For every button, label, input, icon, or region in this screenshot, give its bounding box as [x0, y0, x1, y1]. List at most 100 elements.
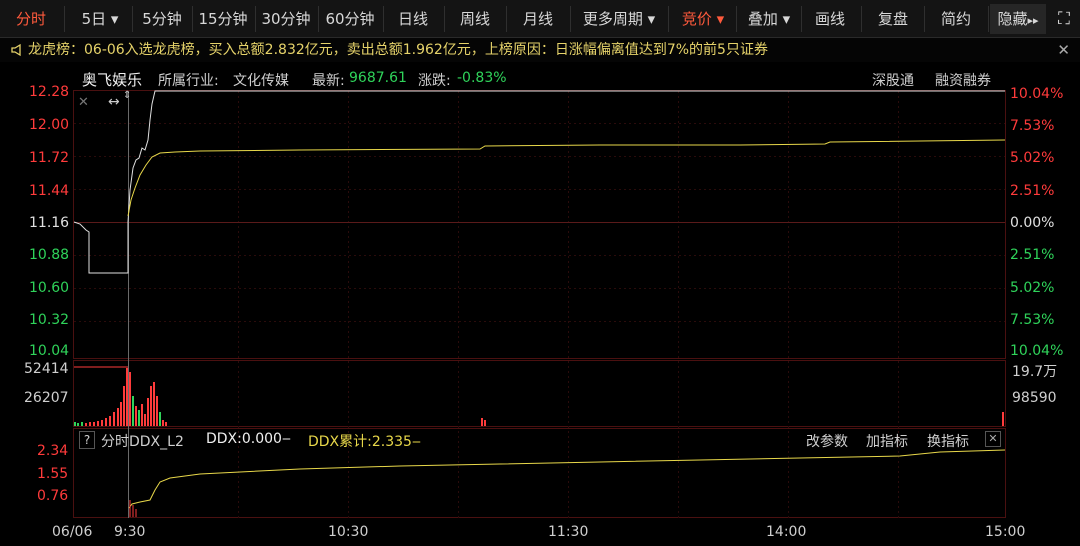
volume-tick: 26207: [24, 390, 69, 406]
toolbar-divider: [861, 6, 862, 32]
switch-indicator-button[interactable]: 换指标: [927, 431, 969, 451]
tab-daily[interactable]: 日线: [386, 4, 440, 34]
tab-hide-label: 隐藏: [997, 10, 1028, 28]
dragon-tiger-notice: 龙虎榜：06-06入选龙虎榜，买入总额2.832亿元，卖出总额1.962亿元，上…: [0, 38, 1080, 62]
ddx-bars: [129, 500, 137, 517]
pct-tick: 7.53%: [1010, 118, 1055, 134]
price-tick: 11.16: [29, 215, 70, 231]
time-tick: 06/06: [52, 524, 93, 540]
tab-weekly[interactable]: 周线: [448, 4, 502, 34]
ddx-tick: 0.76: [37, 488, 69, 504]
pct-tick: 5.02%: [1010, 150, 1055, 166]
chevron-down-icon: ▾: [782, 10, 791, 28]
ddx-sum-text: DDX累计:2.335: [308, 434, 412, 450]
volume-tick: 98590: [1012, 390, 1057, 406]
pin-icon: ⇕: [123, 90, 131, 101]
pct-tick: 7.53%: [1010, 312, 1055, 328]
pct-tick: 2.51%: [1010, 247, 1055, 263]
tab-more-periods[interactable]: 更多周期 ▾: [574, 4, 664, 34]
toolbar-divider: [570, 6, 571, 32]
tab-replay[interactable]: 复盘: [866, 4, 920, 34]
change-label: 涨跌:: [418, 73, 451, 89]
link-northbound[interactable]: 深股通: [872, 70, 914, 90]
megaphone-icon: [11, 43, 21, 57]
tab-30min[interactable]: 30分钟: [256, 4, 316, 34]
avg-line: [127, 139, 1006, 217]
fullscreen-icon[interactable]: ⛶: [1050, 4, 1078, 34]
time-tick: 15:00: [985, 524, 1026, 540]
time-tick: 9:30: [114, 524, 146, 540]
toolbar-divider: [506, 6, 507, 32]
toolbar-divider: [924, 6, 925, 32]
ddx-tick: 1.55: [37, 466, 69, 482]
chevron-down-icon: ▾: [110, 10, 119, 28]
double-chevron-right-icon: ▸▸: [1027, 14, 1039, 27]
tab-5min[interactable]: 5分钟: [134, 4, 190, 34]
add-indicator-button[interactable]: 加指标: [866, 431, 908, 451]
price-tick: 11.44: [29, 183, 70, 199]
price-line: [73, 90, 1005, 274]
price-tick: 10.88: [29, 247, 70, 263]
price-tick: 10.60: [29, 280, 70, 296]
ddx-tick: 2.34: [37, 443, 69, 459]
price-tick: 11.72: [29, 150, 70, 166]
toolbar-divider: [801, 6, 802, 32]
ddx-sum-value: DDX累计:2.335‒: [308, 434, 421, 450]
notice-text: 龙虎榜：06-06入选龙虎榜，买入总额2.832亿元，卖出总额1.962亿元，上…: [28, 42, 768, 58]
ddx-value: DDX:0.000‒: [206, 431, 291, 447]
tab-more-label: 更多周期: [582, 10, 643, 28]
tab-5day-label: 5日: [81, 10, 107, 28]
time-tick: 11:30: [548, 524, 589, 540]
price-tick: 10.32: [29, 312, 70, 328]
toolbar-divider: [318, 6, 319, 32]
pct-tick: 10.04%: [1010, 86, 1064, 102]
change-value: -0.83%: [457, 70, 507, 86]
pct-tick: 10.04%: [1010, 343, 1064, 359]
price-tick: 12.28: [29, 84, 70, 100]
volume-tick: 19.7万: [1012, 364, 1058, 380]
pct-tick: 5.02%: [1010, 280, 1055, 296]
chevron-down-icon: ▾: [647, 10, 656, 28]
ddx-sum-line: [128, 449, 1006, 509]
toolbar-divider: [668, 6, 669, 32]
period-toolbar: 分时 5日 ▾ 5分钟 15分钟 30分钟 60分钟 日线 周线 月线 更多周期…: [0, 0, 1080, 38]
tab-monthly[interactable]: 月线: [510, 4, 566, 34]
move-handle-icon[interactable]: ↔: [108, 94, 120, 110]
edit-params-button[interactable]: 改参数: [806, 431, 848, 451]
time-tick: 10:30: [328, 524, 369, 540]
tab-auction-label: 竞价: [681, 10, 712, 28]
tab-hide[interactable]: 隐藏▸▸: [990, 4, 1046, 34]
help-icon[interactable]: ?: [79, 431, 95, 449]
tab-5day[interactable]: 5日 ▾: [70, 4, 130, 34]
chart-frame: [73, 90, 1006, 518]
indicator-name[interactable]: 分时DDX_L2: [101, 431, 184, 451]
toolbar-divider: [988, 6, 989, 32]
industry-value[interactable]: 文化传媒: [233, 70, 289, 90]
link-margin[interactable]: 融资融券: [935, 70, 991, 90]
tab-draw[interactable]: 画线: [804, 4, 856, 34]
cross-close-icon[interactable]: ✕: [78, 95, 89, 110]
tab-15min[interactable]: 15分钟: [194, 4, 252, 34]
tab-intraday[interactable]: 分时: [2, 4, 60, 34]
chevron-down-icon: ▾: [716, 10, 725, 28]
toolbar-divider: [736, 6, 737, 32]
price-tick: 10.04: [29, 343, 70, 359]
pct-tick: 0.00%: [1010, 215, 1055, 231]
notice-close-icon[interactable]: ✕: [1057, 38, 1070, 62]
grid-lines: [74, 91, 1005, 518]
toolbar-divider: [192, 6, 193, 32]
tab-60min[interactable]: 60分钟: [320, 4, 380, 34]
latest-label: 最新:: [312, 73, 345, 89]
toolbar-divider: [132, 6, 133, 32]
industry-label: 所属行业:: [158, 73, 219, 89]
tab-auction[interactable]: 竞价 ▾: [672, 4, 734, 34]
tab-simple[interactable]: 简约: [928, 4, 984, 34]
volume-tick: 52414: [24, 361, 69, 377]
price-tick: 12.00: [29, 117, 70, 133]
stock-name[interactable]: 奥飞娱乐: [82, 69, 142, 90]
tab-overlay-label: 叠加: [747, 10, 778, 28]
toolbar-divider: [383, 6, 384, 32]
indicator-close-icon[interactable]: ✕: [985, 431, 1001, 447]
tab-overlay[interactable]: 叠加 ▾: [740, 4, 798, 34]
time-tick: 14:00: [766, 524, 807, 540]
